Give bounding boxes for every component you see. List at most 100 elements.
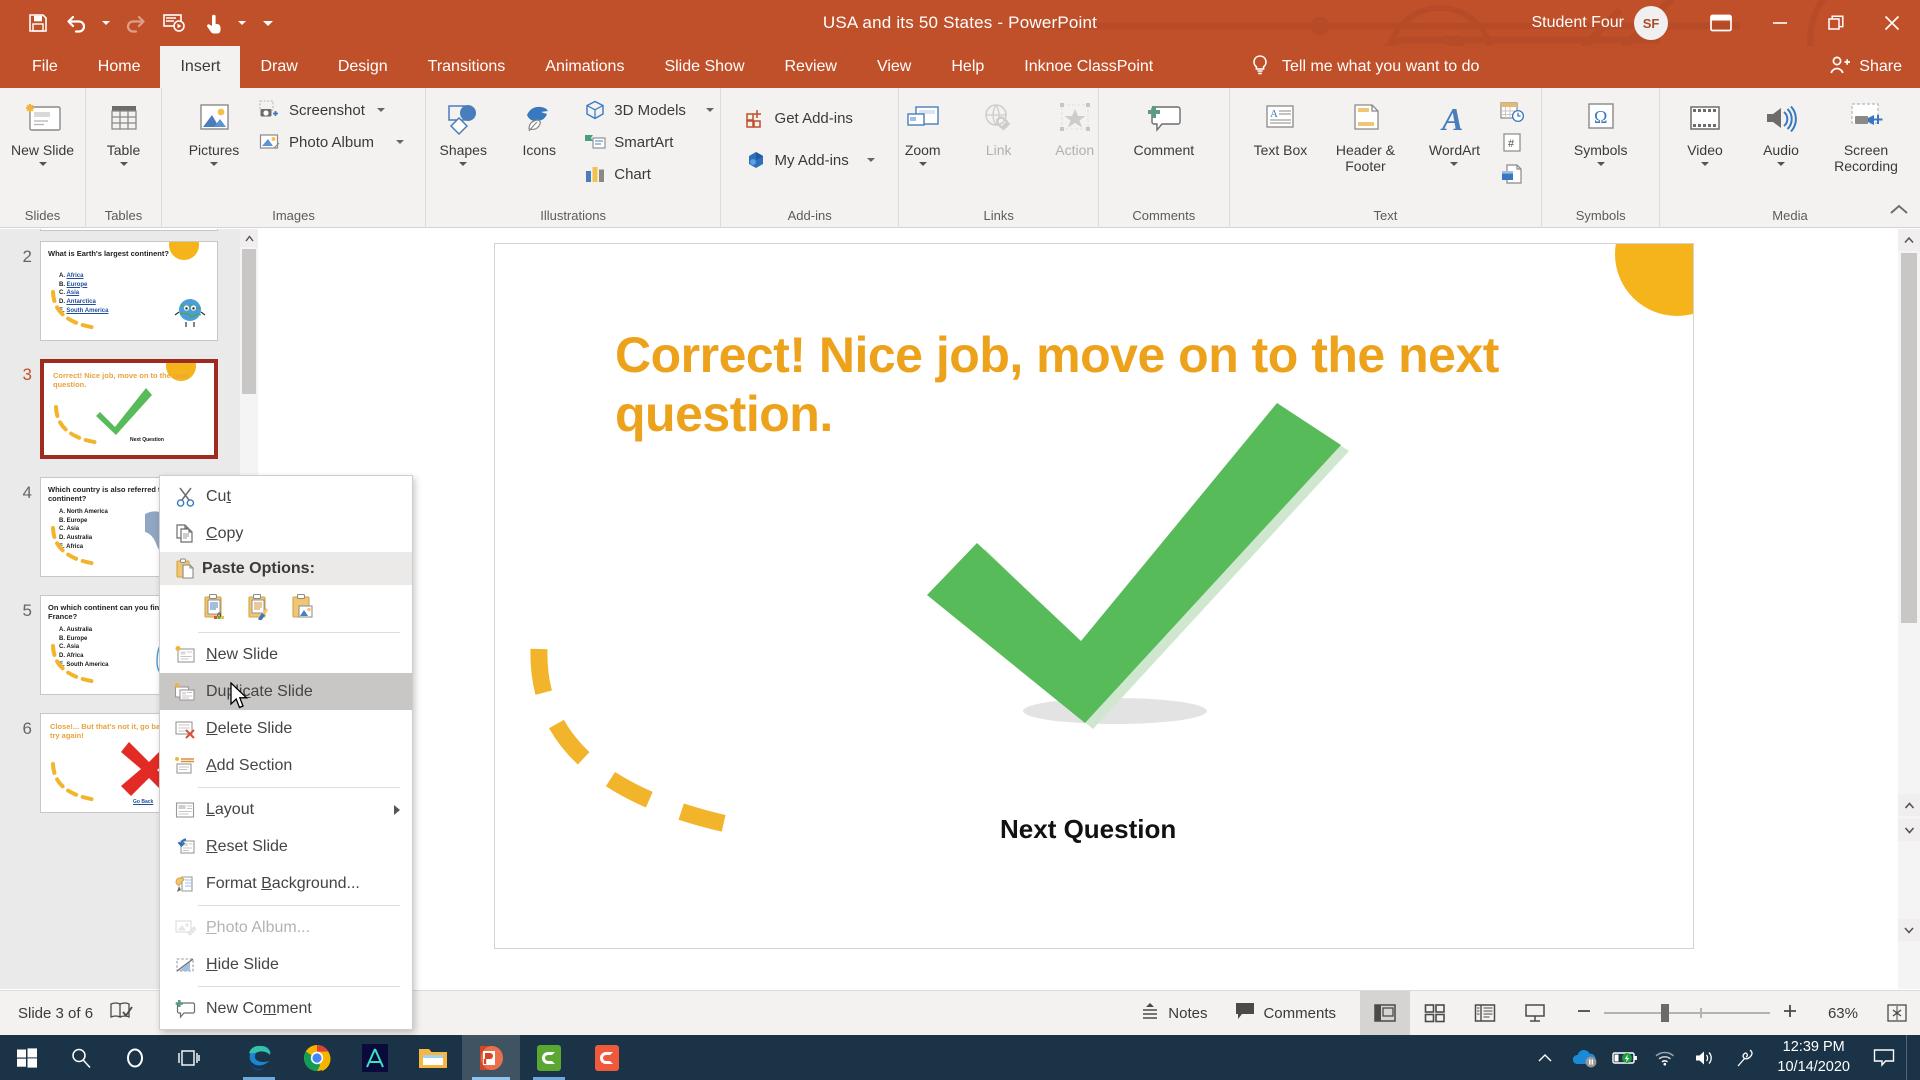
close-button[interactable]	[1864, 0, 1920, 46]
icons-button[interactable]: Icons	[502, 94, 576, 162]
3d-models-button[interactable]: 3D Models	[578, 96, 720, 124]
tab-home[interactable]: Home	[78, 46, 161, 88]
fit-slide-to-window-button[interactable]	[1874, 1003, 1920, 1023]
context-menu-item-new-slide[interactable]: New Slide	[160, 636, 412, 673]
context-menu-item-cut[interactable]: Cut	[160, 478, 412, 515]
tab-review[interactable]: Review	[765, 46, 857, 88]
text-box-button[interactable]: A Text Box	[1243, 94, 1317, 162]
header-footer-button[interactable]: Header & Footer	[1319, 94, 1411, 178]
slide-thumbnail[interactable]: What is Earth's largest continent? A. Af…	[40, 241, 218, 341]
window-controls[interactable]	[1690, 0, 1920, 46]
battery-tray-icon[interactable]	[1605, 1035, 1645, 1080]
slide-scroll-prev-slide-button[interactable]	[1898, 794, 1920, 816]
search-icon[interactable]	[54, 1035, 108, 1080]
zoom-slider[interactable]	[1604, 1004, 1770, 1022]
volume-tray-icon[interactable]	[1685, 1035, 1725, 1080]
powerpoint-taskbar-icon[interactable]	[462, 1035, 520, 1080]
new-slide-dropdown-icon[interactable]	[38, 162, 47, 167]
classpoint-green-taskbar-icon[interactable]	[520, 1035, 578, 1080]
wordart-button[interactable]: A WordArt	[1413, 94, 1495, 170]
thumbnail-scroll-up-button[interactable]	[240, 229, 258, 247]
wordart-dropdown-icon[interactable]	[1450, 162, 1459, 167]
zoom-out-button[interactable]	[1576, 1003, 1592, 1023]
insert-object-icon[interactable]	[1497, 160, 1527, 188]
chrome-taskbar-icon[interactable]	[288, 1035, 346, 1080]
pen-tray-icon[interactable]	[1725, 1035, 1765, 1080]
slide-canvas[interactable]: Correct! Nice job, move on to the next q…	[494, 243, 1694, 949]
paste-keep-source-icon[interactable]	[244, 591, 274, 621]
audio-dropdown-icon[interactable]	[1777, 162, 1785, 167]
screenshot-dropdown-icon[interactable]	[376, 108, 385, 112]
list-item[interactable]: 2 What is Earth's largest continent? A. …	[0, 241, 240, 359]
get-addins-button[interactable]: Get Add-ins	[739, 104, 881, 132]
context-menu-item-format-background[interactable]: Format Background...	[160, 865, 412, 902]
table-button[interactable]: Table	[87, 94, 161, 170]
avatar[interactable]: SF	[1634, 6, 1668, 40]
tell-me-search[interactable]: Tell me what you want to do	[1250, 46, 1479, 88]
check-mark-image[interactable]	[925, 399, 1355, 739]
minimize-button[interactable]	[1752, 0, 1808, 46]
show-hidden-icons-icon[interactable]	[1525, 1035, 1565, 1080]
reading-view-button[interactable]	[1460, 991, 1510, 1036]
restore-button[interactable]	[1808, 0, 1864, 46]
context-menu-item-new-comment[interactable]: New Comment	[160, 990, 412, 1027]
audio-button[interactable]: Audio	[1744, 94, 1818, 170]
view-buttons[interactable]	[1360, 990, 1560, 1036]
shapes-dropdown-icon[interactable]	[459, 162, 468, 167]
smartart-button[interactable]: SmartArt	[578, 128, 720, 156]
thumbnail-scroll-thumb[interactable]	[242, 249, 256, 394]
date-time-icon[interactable]	[1497, 98, 1527, 126]
slide-sorter-button[interactable]	[1410, 991, 1460, 1036]
pictures-button[interactable]: Pictures	[177, 94, 251, 170]
action-center-icon[interactable]	[1862, 1035, 1906, 1080]
slide-scroll-thumb[interactable]	[1901, 253, 1917, 623]
ribbon-tab-bar[interactable]: File Home Insert Draw Design Transitions…	[0, 46, 1920, 88]
list-item[interactable]: 3 Correct! Nice job, move on to the next…	[0, 359, 240, 477]
slide-scroll-up-button[interactable]	[1898, 229, 1920, 251]
zoom-dropdown-icon[interactable]	[918, 162, 927, 167]
my-addins-dropdown-icon[interactable]	[866, 158, 875, 162]
slide-number-icon[interactable]: #	[1497, 129, 1527, 157]
windows-taskbar[interactable]: 12:39 PM 10/14/2020	[0, 1035, 1920, 1080]
file-explorer-taskbar-icon[interactable]	[404, 1035, 462, 1080]
slide-area-scrollbar[interactable]	[1898, 229, 1920, 989]
slide-scroll-down-button[interactable]	[1898, 919, 1920, 941]
tab-design[interactable]: Design	[318, 46, 408, 88]
accessibility-checker-icon[interactable]	[109, 1001, 133, 1025]
new-slide-button[interactable]: New Slide	[6, 94, 80, 170]
context-menu-item-delete-slide[interactable]: Delete Slide	[160, 710, 412, 747]
comment-button[interactable]: Comment	[1118, 94, 1210, 162]
list-item[interactable]: Quiz Game	[0, 229, 240, 241]
onedrive-tray-icon[interactable]	[1565, 1035, 1605, 1080]
table-dropdown-icon[interactable]	[119, 162, 128, 167]
context-menu-item-hide-slide[interactable]: Hide Slide	[160, 946, 412, 983]
tab-draw[interactable]: Draw	[240, 46, 317, 88]
tab-inknoe-classpoint[interactable]: Inknoe ClassPoint	[1004, 46, 1173, 88]
slide-scroll-next-slide-button[interactable]	[1898, 819, 1920, 841]
context-menu-item-duplicate-slide[interactable]: Duplicate Slide	[160, 673, 412, 710]
pictures-dropdown-icon[interactable]	[210, 162, 218, 167]
cortana-icon[interactable]	[108, 1035, 162, 1080]
comments-button[interactable]: Comments	[1221, 991, 1350, 1036]
shapes-button[interactable]: Shapes	[426, 94, 500, 170]
next-question-text[interactable]: Next Question	[1000, 814, 1176, 845]
task-view-icon[interactable]	[162, 1035, 216, 1080]
zoom-slider-handle[interactable]	[1661, 1004, 1669, 1022]
share-button[interactable]: Share	[1829, 46, 1902, 88]
context-menu-item-layout[interactable]: Layout	[160, 791, 412, 828]
zoom-level-label[interactable]: 63%	[1810, 1005, 1858, 1022]
tab-view[interactable]: View	[857, 46, 931, 88]
slide-editing-area[interactable]: Correct! Nice job, move on to the next q…	[258, 229, 1898, 989]
video-button[interactable]: Video	[1668, 94, 1742, 170]
slide-thumbnail-selected[interactable]: Correct! Nice job, move on to the next q…	[40, 359, 218, 459]
symbols-button[interactable]: Ω Symbols	[1560, 94, 1642, 170]
slide-context-menu[interactable]: Cut Copy Paste Options: a New Slide Dupl…	[159, 475, 413, 1030]
account-area[interactable]: Student Four SF	[1532, 0, 1668, 46]
context-menu-item-add-section[interactable]: Add Section	[160, 747, 412, 784]
edge-taskbar-icon[interactable]	[230, 1035, 288, 1080]
video-dropdown-icon[interactable]	[1701, 162, 1709, 167]
my-addins-button[interactable]: My Add-ins	[739, 146, 881, 174]
wifi-tray-icon[interactable]	[1645, 1035, 1685, 1080]
tab-insert[interactable]: Insert	[160, 46, 241, 88]
chart-button[interactable]: Chart	[578, 160, 720, 188]
